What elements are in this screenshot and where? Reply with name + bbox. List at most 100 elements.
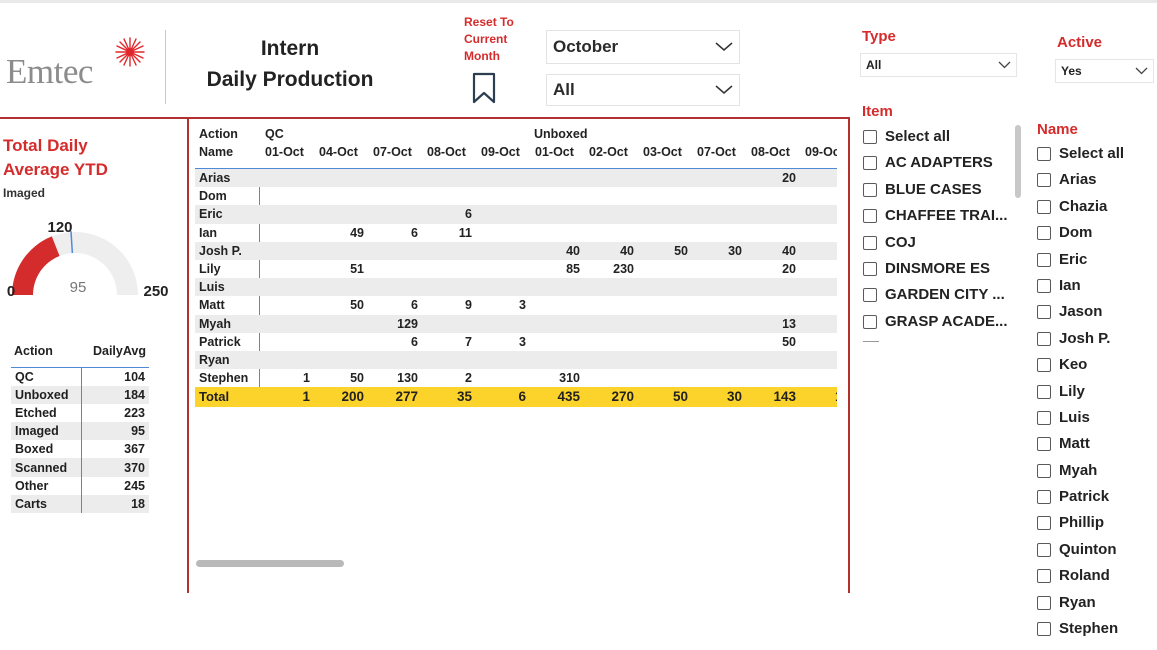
scope-dropdown[interactable]: All xyxy=(546,74,740,106)
row-name: Ian xyxy=(199,225,218,240)
type-slicer-dropdown[interactable]: All xyxy=(860,53,1017,77)
value-cell: 11 xyxy=(458,225,472,240)
checkbox[interactable] xyxy=(1037,437,1051,452)
name-option-label: Lily xyxy=(1059,382,1085,400)
checkbox[interactable] xyxy=(1037,384,1051,399)
checkbox[interactable] xyxy=(863,261,877,276)
item-option[interactable]: AC ADAPTERS xyxy=(863,152,1013,178)
name-option[interactable]: Patrick xyxy=(1037,486,1155,512)
value-cell: 130 xyxy=(397,371,418,386)
item-slicer-scrollbar[interactable] xyxy=(1015,125,1021,198)
top-border xyxy=(0,0,1157,3)
name-option[interactable]: Myah xyxy=(1037,460,1155,486)
corner-header-name: Name xyxy=(199,145,234,159)
row-name: Arias xyxy=(199,171,231,185)
item-option[interactable]: COJ xyxy=(863,232,1013,258)
checkbox[interactable] xyxy=(863,209,877,224)
checkbox[interactable] xyxy=(1037,358,1051,373)
name-option[interactable]: Luis xyxy=(1037,407,1155,433)
value-cell: 35 xyxy=(456,389,472,405)
checkbox[interactable] xyxy=(1037,463,1051,478)
chevron-down-icon xyxy=(998,61,1011,69)
group-header-qc: QC xyxy=(265,127,284,141)
row-name: Total xyxy=(199,389,230,405)
item-option[interactable]: GARDEN CITY ... xyxy=(863,284,1013,310)
name-option[interactable]: Eric xyxy=(1037,249,1155,275)
checkbox[interactable] xyxy=(863,130,877,144)
item-option-label: BLUE CASES xyxy=(885,180,982,198)
name-option[interactable]: Lily xyxy=(1037,381,1155,407)
checkbox[interactable] xyxy=(1037,226,1051,241)
matrix-body: Arias20DomEric6Ian496116Josh P.404050304… xyxy=(195,168,837,408)
checkbox[interactable] xyxy=(1037,410,1051,425)
name-option[interactable]: Phillip xyxy=(1037,512,1155,538)
checkbox[interactable] xyxy=(863,314,877,329)
checkbox[interactable] xyxy=(1037,305,1051,320)
name-option[interactable]: Ryan xyxy=(1037,592,1155,618)
matrix-horizontal-scrollbar[interactable] xyxy=(196,560,344,567)
value-cell: 230 xyxy=(613,261,634,276)
name-option[interactable]: Select all xyxy=(1037,143,1155,169)
table-row: Etched 223 xyxy=(11,403,149,423)
checkbox[interactable] xyxy=(863,288,877,303)
table-row: Other 245 xyxy=(11,476,149,495)
action-cell: Carts xyxy=(11,494,83,513)
row-name: Patrick xyxy=(199,334,241,349)
month-dropdown[interactable]: October xyxy=(546,30,740,64)
checkbox[interactable] xyxy=(863,182,877,197)
checkbox[interactable] xyxy=(1037,173,1051,188)
title-line-1: Intern xyxy=(260,37,320,60)
checkbox[interactable] xyxy=(1037,516,1051,531)
checkbox[interactable] xyxy=(1037,331,1051,346)
checkbox[interactable] xyxy=(1037,199,1051,214)
checkbox[interactable] xyxy=(863,235,877,250)
name-option[interactable]: Keo xyxy=(1037,354,1155,380)
checkbox[interactable] xyxy=(1037,490,1051,505)
item-option-label: DINSMORE ES xyxy=(885,259,991,277)
value-cell: 6 xyxy=(411,334,418,349)
name-slicer-list: Select all Arias Chazia Dom Eric Ian Jason Josh… xyxy=(1037,143,1155,644)
daily-avg-cell: 184 xyxy=(81,385,149,404)
checkbox[interactable] xyxy=(863,156,877,171)
checkbox[interactable] xyxy=(1037,595,1051,610)
name-option[interactable]: Arias xyxy=(1037,169,1155,195)
table-row: Unboxed 184 xyxy=(11,385,149,404)
active-slicer-dropdown[interactable]: Yes xyxy=(1055,59,1154,83)
checkbox[interactable] xyxy=(1037,622,1051,637)
name-option[interactable]: Stephen xyxy=(1037,618,1155,644)
month-dropdown-value: October xyxy=(553,37,619,56)
active-slicer-value: Yes xyxy=(1061,64,1082,78)
name-option[interactable]: Chazia xyxy=(1037,196,1155,222)
row-name: Myah xyxy=(199,316,231,331)
table-row: Matt 50 6 9 3 xyxy=(195,296,837,314)
name-option[interactable]: Quinton xyxy=(1037,539,1155,565)
item-option[interactable]: CHAFFEE TRAI... xyxy=(863,205,1013,231)
item-option[interactable]: BLUE CASES xyxy=(863,179,1013,205)
item-option[interactable]: Select all xyxy=(863,126,1013,152)
value-cell: 40 xyxy=(566,243,580,258)
name-option[interactable]: Ian xyxy=(1037,275,1155,301)
checkbox[interactable] xyxy=(1037,252,1051,267)
daily-avg-cell: 104 xyxy=(124,369,145,384)
checkbox[interactable] xyxy=(1037,278,1051,293)
active-slicer-label: Active xyxy=(1057,34,1103,51)
reset-to-current-month-label[interactable]: Reset To Current Month xyxy=(464,14,534,65)
name-slicer-label: Name xyxy=(1037,121,1078,138)
checkbox[interactable] xyxy=(1037,569,1051,584)
value-cell: 200 xyxy=(341,389,364,405)
name-option[interactable]: Roland xyxy=(1037,565,1155,591)
bookmark-icon[interactable] xyxy=(472,72,496,104)
name-option[interactable]: Dom xyxy=(1037,222,1155,248)
value-cell: 3 xyxy=(519,334,526,349)
name-option[interactable]: Josh P. xyxy=(1037,328,1155,354)
value-cell: 20 xyxy=(782,171,796,185)
checkbox[interactable] xyxy=(1037,147,1051,161)
value-cell: 40 xyxy=(782,243,796,258)
checkbox[interactable] xyxy=(1037,542,1051,557)
item-option[interactable]: DINSMORE ES xyxy=(863,258,1013,284)
row-name: Eric xyxy=(199,207,223,222)
name-option-label: Eric xyxy=(1059,250,1088,268)
name-option[interactable]: Jason xyxy=(1037,301,1155,327)
name-option[interactable]: Matt xyxy=(1037,433,1155,459)
item-option[interactable]: GRASP ACADE... xyxy=(863,311,1013,337)
